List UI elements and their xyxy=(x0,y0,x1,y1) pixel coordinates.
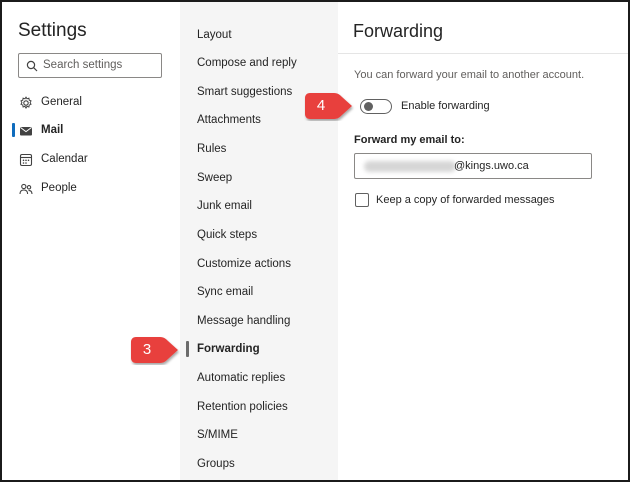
mail-settings-menu: Layout Compose and reply Smart suggestio… xyxy=(180,2,338,480)
settings-sidebar: Settings Search settings General Mail Ca… xyxy=(2,2,180,480)
active-indicator xyxy=(186,341,189,357)
menu-item-groups[interactable]: Groups xyxy=(197,458,235,470)
menu-item-smart-suggestions[interactable]: Smart suggestions xyxy=(197,86,292,98)
settings-title: Settings xyxy=(18,20,87,41)
settings-window: Settings Search settings General Mail Ca… xyxy=(0,0,630,482)
menu-item-forwarding[interactable]: Forwarding xyxy=(197,343,260,355)
menu-item-rules[interactable]: Rules xyxy=(197,143,226,155)
sidebar-item-label: Calendar xyxy=(41,153,88,165)
forward-email-field[interactable]: @kings.uwo.ca xyxy=(354,153,592,179)
search-icon xyxy=(26,60,38,72)
divider xyxy=(338,53,628,54)
gear-icon xyxy=(20,96,32,109)
menu-item-message-handling[interactable]: Message handling xyxy=(197,315,290,327)
menu-item-compose-and-reply[interactable]: Compose and reply xyxy=(197,57,297,69)
forwarding-description: You can forward your email to another ac… xyxy=(354,69,585,81)
step-4-marker: 4 xyxy=(304,91,354,121)
sidebar-item-general[interactable]: General xyxy=(19,94,169,114)
sidebar-item-mail[interactable]: Mail xyxy=(19,122,169,142)
sidebar-item-calendar[interactable]: Calendar xyxy=(19,151,169,171)
enable-forwarding-label: Enable forwarding xyxy=(401,100,490,112)
sidebar-item-people[interactable]: People xyxy=(19,180,169,200)
menu-item-sync-email[interactable]: Sync email xyxy=(197,286,253,298)
search-settings-input[interactable]: Search settings xyxy=(18,53,162,78)
menu-item-automatic-replies[interactable]: Automatic replies xyxy=(197,372,285,384)
sidebar-item-label: General xyxy=(41,96,82,108)
search-placeholder: Search settings xyxy=(43,59,123,71)
keep-copy-label: Keep a copy of forwarded messages xyxy=(376,194,555,206)
mail-icon xyxy=(20,127,32,136)
active-indicator xyxy=(12,123,15,137)
menu-item-customize-actions[interactable]: Customize actions xyxy=(197,258,291,270)
toggle-knob xyxy=(364,102,373,111)
people-icon xyxy=(19,183,33,195)
step-3-marker: 3 xyxy=(130,335,180,365)
menu-item-attachments[interactable]: Attachments xyxy=(197,114,261,126)
page-title: Forwarding xyxy=(353,21,444,41)
forwarding-panel: Forwarding You can forward your email to… xyxy=(338,2,628,480)
menu-item-sweep[interactable]: Sweep xyxy=(197,172,232,184)
sidebar-item-label: People xyxy=(41,182,77,194)
step-3-number: 3 xyxy=(142,341,152,358)
menu-item-layout[interactable]: Layout xyxy=(197,29,232,41)
menu-item-retention-policies[interactable]: Retention policies xyxy=(197,401,288,413)
sidebar-item-label: Mail xyxy=(41,124,64,136)
keep-copy-checkbox[interactable] xyxy=(355,193,369,207)
step-4-number: 4 xyxy=(316,97,326,114)
email-domain: @kings.uwo.ca xyxy=(454,160,529,172)
redacted-username xyxy=(364,161,456,172)
menu-item-quick-steps[interactable]: Quick steps xyxy=(197,229,257,241)
calendar-icon xyxy=(19,153,33,167)
menu-item-smime[interactable]: S/MIME xyxy=(197,429,238,441)
enable-forwarding-toggle[interactable] xyxy=(360,99,392,114)
forward-to-label: Forward my email to: xyxy=(354,134,465,146)
menu-item-junk-email[interactable]: Junk email xyxy=(197,200,252,212)
